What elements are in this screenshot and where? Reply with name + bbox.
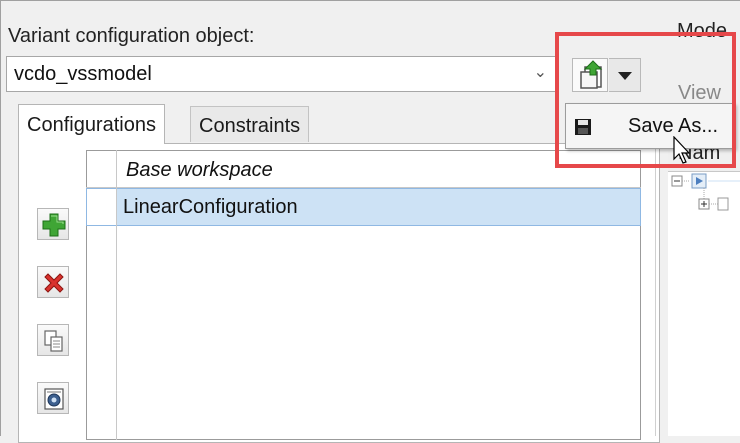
tab-constraints[interactable]: Constraints: [190, 106, 310, 142]
model-tree: [668, 172, 740, 436]
row-status-cell: [87, 189, 117, 225]
copy-icon: [44, 330, 63, 352]
highlight-frame: [555, 32, 736, 168]
chevron-down-icon: ⌄: [533, 64, 547, 81]
tab-configurations[interactable]: Configurations: [18, 104, 165, 144]
delete-configuration-button[interactable]: [37, 266, 69, 298]
panel-divider[interactable]: [655, 143, 656, 436]
variant-config-dropdown[interactable]: vcdo_vssmodel ⌄: [6, 56, 556, 92]
table-column-divider: [116, 150, 117, 440]
column-header-base-workspace: Base workspace: [126, 159, 273, 181]
plus-icon: [42, 213, 66, 237]
configuration-name: LinearConfiguration: [123, 196, 298, 218]
tree-nodes: [671, 173, 740, 211]
activate-configuration-button[interactable]: [37, 382, 69, 414]
variant-config-value: vcdo_vssmodel: [14, 63, 152, 85]
window-top-border: [0, 0, 740, 1]
variant-config-label: Variant configuration object:: [8, 25, 255, 47]
delete-icon: [44, 273, 64, 293]
mouse-cursor-icon: [673, 136, 691, 164]
add-configuration-button[interactable]: [37, 208, 69, 240]
window-left-border: [0, 0, 1, 436]
copy-configuration-button[interactable]: [37, 324, 69, 356]
table-row[interactable]: LinearConfiguration: [86, 188, 641, 226]
activate-icon: [44, 388, 64, 410]
